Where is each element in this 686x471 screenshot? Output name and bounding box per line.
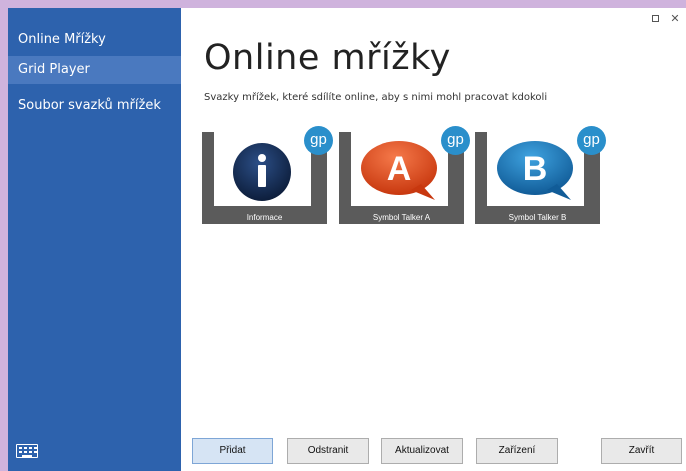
keyboard-icon[interactable] [16,444,38,458]
sidebar-item-grid-player[interactable]: Grid Player [8,56,181,84]
speech-bubble-b-icon: B [497,141,573,200]
app-window: Online Mřížky Grid Player Soubor svazků … [8,8,686,471]
maximize-button[interactable] [648,12,662,26]
tile-caption: Symbol Talker A [372,213,431,222]
add-button[interactable]: Přidat [192,438,273,464]
gridset-tile-symbol-talker-b[interactable]: B gp Symbol Talker B [475,126,606,224]
device-button[interactable]: Zařízení [476,438,558,464]
gridset-tile-informace[interactable]: gp Informace [202,126,333,224]
sidebar: Online Mřížky Grid Player Soubor svazků … [8,8,181,471]
tile-caption: Informace [246,213,283,222]
page-subtitle: Svazky mřížek, které sdílíte online, aby… [204,92,548,103]
close-window-button[interactable]: ✕ [668,12,682,26]
maximize-icon [651,15,659,22]
svg-text:B: B [523,150,548,188]
close-button[interactable]: Zavřít [601,438,682,464]
gp-badge-icon: gp [304,126,333,155]
speech-bubble-a-icon: A [361,141,437,200]
gp-badge-icon: gp [441,126,470,155]
tile-caption: Symbol Talker B [508,213,567,222]
remove-button[interactable]: Odstranit [287,438,369,464]
tile-thumbnail [214,132,311,206]
tile-thumbnail: A [351,132,448,206]
gp-badge-icon: gp [577,126,606,155]
svg-text:A: A [387,150,412,188]
sidebar-item-online-grids[interactable]: Online Mřížky [8,26,181,54]
sidebar-item-gridset-file[interactable]: Soubor svazků mřížek [8,92,181,120]
page-title: Online mřížky [204,38,451,78]
close-icon: ✕ [670,12,680,25]
gridset-tile-symbol-talker-a[interactable]: A gp Symbol Talker A [339,126,470,224]
tile-thumbnail: B [487,132,584,206]
update-button[interactable]: Aktualizovat [381,438,463,464]
info-icon [233,143,291,201]
